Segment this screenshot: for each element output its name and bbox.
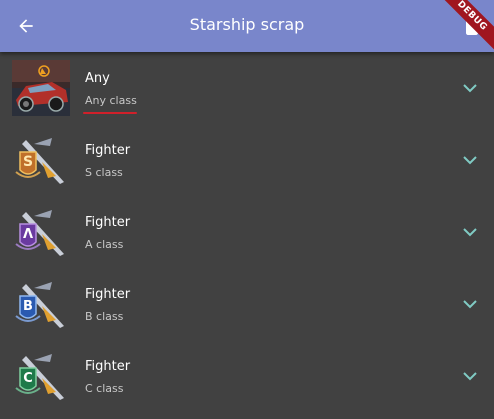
list-item-fighter-b[interactable]: B Fighter B class [0,268,494,340]
item-title: Fighter [85,143,131,158]
list-item-fighter-a[interactable]: Λ Fighter A class [0,196,494,268]
page-title: Starship scrap [189,15,305,34]
item-title: Any [85,71,110,86]
badge-letter: B [23,299,33,314]
item-title: Fighter [85,287,131,302]
badge-letter: Λ [23,227,33,242]
badge-letter: C [23,371,33,386]
fighter-ship-a-badge-icon: Λ [12,204,70,260]
fighter-ship-s-badge-icon: S [12,132,70,188]
chevron-down-icon[interactable] [462,298,478,310]
app-bar: Starship scrap DEBUG [0,0,494,52]
badge-letter: S [23,154,33,170]
item-subtitle: C class [85,382,124,395]
item-subtitle: B class [85,310,124,323]
item-subtitle: A class [85,238,124,251]
item-subtitle: S class [85,166,123,179]
chevron-down-icon[interactable] [462,154,478,166]
fighter-ship-c-badge-icon: C [12,348,70,404]
list-item-any[interactable]: Any Any class [0,52,494,124]
subtitle-underline [83,112,137,114]
chevron-down-icon[interactable] [462,82,478,94]
chevron-down-icon[interactable] [462,226,478,238]
rocket-league-car-image [12,60,70,116]
item-subtitle: Any class [85,94,137,107]
fighter-ship-b-badge-icon: B [12,276,70,332]
list-item-fighter-c[interactable]: C Fighter C class [0,340,494,412]
item-title: Fighter [85,359,131,374]
list-item-fighter-s[interactable]: S Fighter S class [0,124,494,196]
item-title: Fighter [85,215,131,230]
chevron-down-icon[interactable] [462,370,478,382]
ship-class-list: Any Any class S Fighter S class Λ Fighte… [0,52,494,412]
